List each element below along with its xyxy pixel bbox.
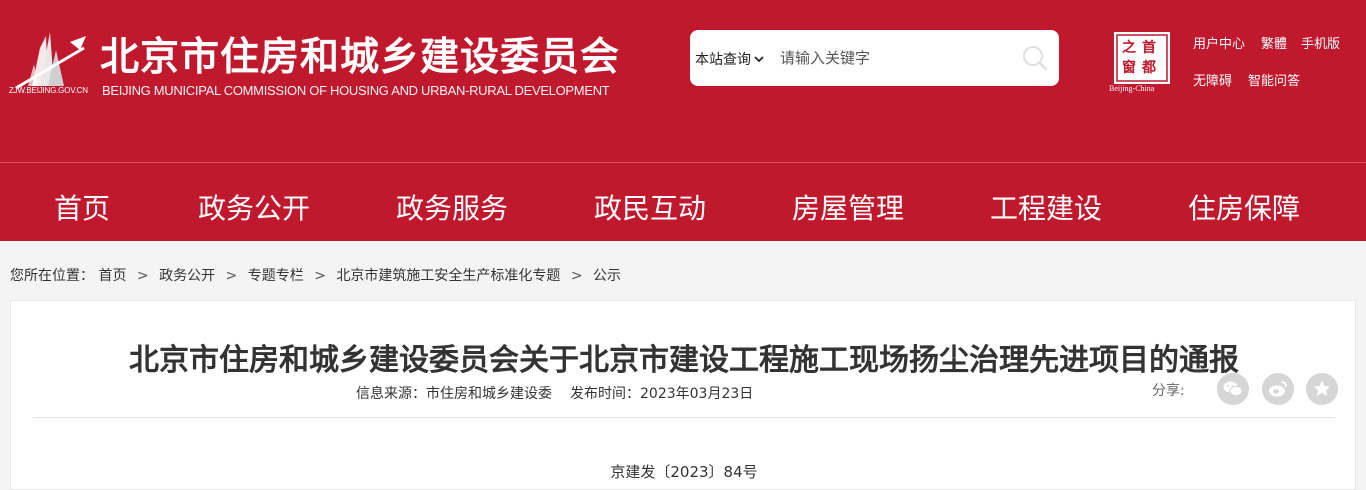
search-input[interactable]	[780, 44, 1010, 72]
site-title[interactable]: 北京市住房和城乡建设委员会	[100, 26, 620, 82]
breadcrumb-prefix: 您所在位置：	[10, 268, 94, 284]
nav-item-government-affairs[interactable]: 政务公开	[198, 187, 310, 227]
logo-url-text: ZJW.BEIJING.GOV.CN	[9, 86, 88, 95]
breadcrumb-item-safety-topic[interactable]: 北京市建筑施工安全生产标准化专题	[336, 268, 560, 284]
site-header: ZJW.BEIJING.GOV.CN 北京市住房和城乡建设委员会 BEIJING…	[0, 0, 1366, 162]
main-nav: 首页 政务公开 政务服务 政民互动 房屋管理 工程建设 住房保障	[0, 163, 1366, 241]
article-panel: 北京市住房和城乡建设委员会关于北京市建设工程施工现场扬尘治理先进项目的通报 信息…	[10, 300, 1356, 490]
search-icon[interactable]	[1021, 44, 1049, 72]
favorite-icon[interactable]	[1306, 373, 1338, 405]
breadcrumb-item-home[interactable]: 首页	[98, 268, 126, 284]
date-value: 2023年03月23日	[640, 386, 754, 402]
share-label: 分享:	[1152, 383, 1185, 399]
breadcrumb: 您所在位置： 首页 > 政务公开 > 专题专栏 > 北京市建筑施工安全生产标准化…	[10, 265, 621, 285]
nav-item-engineering[interactable]: 工程建设	[990, 187, 1102, 227]
nav-item-housing-management[interactable]: 房屋管理	[792, 187, 904, 227]
article-divider	[33, 417, 1335, 418]
nav-item-home[interactable]: 首页	[54, 187, 110, 227]
breadcrumb-item-special-topics[interactable]: 专题专栏	[248, 268, 304, 284]
capital-window-char-1: 首	[1142, 39, 1156, 56]
weibo-icon[interactable]	[1262, 373, 1294, 405]
capital-window-en-text: Beijing-China	[1109, 84, 1155, 93]
util-link-smart-qa[interactable]: 智能问答	[1248, 70, 1300, 89]
breadcrumb-item-government-affairs[interactable]: 政务公开	[159, 268, 215, 284]
document-number: 京建发〔2023〕84号	[610, 463, 758, 481]
util-link-accessibility[interactable]: 无障碍	[1193, 70, 1232, 89]
nav-item-government-services[interactable]: 政务服务	[396, 187, 508, 227]
util-link-user-center[interactable]: 用户中心	[1193, 33, 1245, 52]
capital-window-char-3: 之	[1122, 39, 1136, 56]
breadcrumb-separator: >	[225, 268, 238, 284]
source-label: 信息来源：	[356, 386, 426, 402]
capital-window-logo-icon[interactable]: 首 都 之 窗	[1112, 30, 1172, 92]
wechat-icon[interactable]	[1217, 373, 1249, 405]
article-title: 北京市住房和城乡建设委员会关于北京市建设工程施工现场扬尘治理先进项目的通报	[129, 343, 1239, 378]
search-scope-label: 本站查询	[695, 52, 751, 68]
article-meta: 信息来源：市住房和城乡建设委 发布时间：2023年03月23日	[356, 383, 753, 403]
capital-window-char-4: 窗	[1122, 59, 1136, 76]
util-link-mobile[interactable]: 手机版	[1301, 33, 1340, 52]
site-subtitle: BEIJING MUNICIPAL COMMISSION OF HOUSING …	[102, 83, 610, 98]
capital-window-char-2: 都	[1141, 60, 1156, 76]
nav-item-housing-security[interactable]: 住房保障	[1188, 187, 1300, 227]
breadcrumb-separator: >	[314, 268, 326, 284]
source-value: 市住房和城乡建设委	[426, 386, 552, 402]
breadcrumb-separator: >	[570, 268, 583, 284]
search-box: 本站查询	[690, 30, 1059, 86]
date-label: 发布时间：	[570, 386, 640, 402]
util-link-traditional[interactable]: 繁體	[1261, 33, 1287, 52]
breadcrumb-separator: >	[136, 268, 149, 284]
search-scope-select[interactable]: 本站查询	[695, 49, 764, 69]
nav-item-public-interaction[interactable]: 政民互动	[594, 187, 706, 227]
chevron-down-icon	[754, 56, 764, 63]
breadcrumb-item-notices[interactable]: 公示	[593, 268, 621, 284]
